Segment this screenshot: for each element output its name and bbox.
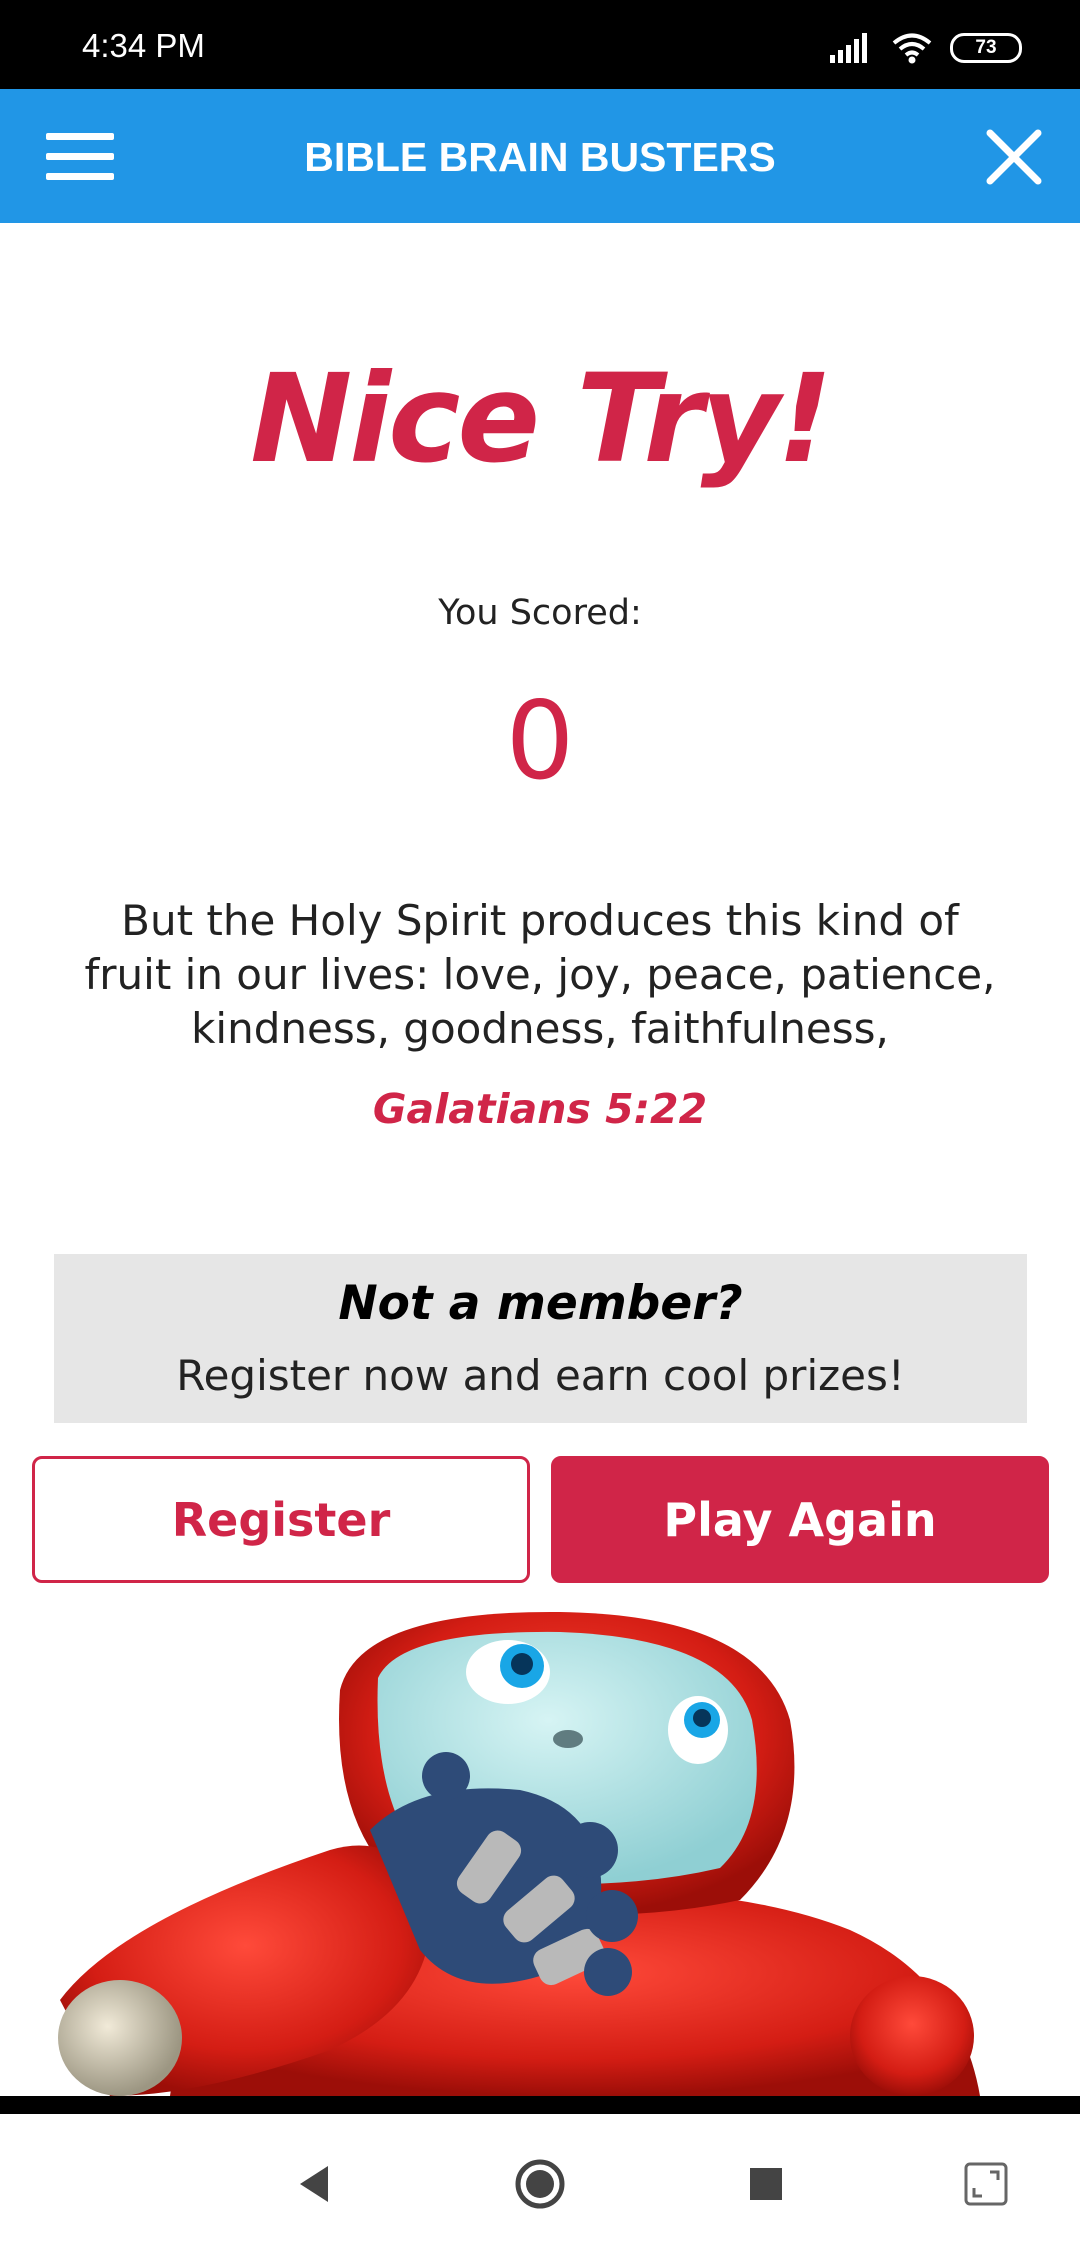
battery-icon: 73 bbox=[950, 33, 1022, 63]
register-button[interactable]: Register bbox=[32, 1456, 530, 1583]
member-prompt-title: Not a member? bbox=[338, 1276, 743, 1331]
result-headline: Nice Try! bbox=[250, 348, 833, 490]
recents-icon[interactable] bbox=[736, 2154, 796, 2214]
play-again-button-label: Play Again bbox=[663, 1492, 937, 1547]
home-icon[interactable] bbox=[510, 2154, 570, 2214]
hamburger-menu-icon[interactable] bbox=[46, 133, 114, 181]
screen-expand-icon[interactable] bbox=[956, 2154, 1016, 2214]
register-button-label: Register bbox=[171, 1492, 391, 1547]
verse-reference: Galatians 5:22 bbox=[372, 1085, 708, 1133]
score-value: 0 bbox=[505, 679, 575, 804]
close-icon[interactable] bbox=[984, 127, 1044, 187]
back-icon[interactable] bbox=[284, 2154, 344, 2214]
member-prompt: Not a member? Register now and earn cool… bbox=[54, 1254, 1027, 1423]
battery-level: 73 bbox=[975, 37, 997, 58]
system-nav-bar bbox=[0, 2096, 1080, 2246]
status-icons: 73 bbox=[830, 28, 1022, 68]
member-prompt-subtitle: Register now and earn cool prizes! bbox=[176, 1351, 905, 1400]
wifi-icon bbox=[892, 33, 932, 64]
signal-icon bbox=[830, 33, 867, 63]
play-again-button[interactable]: Play Again bbox=[551, 1456, 1049, 1583]
score-label: You Scored: bbox=[438, 593, 642, 633]
page-title: BIBLE BRAIN BUSTERS bbox=[304, 134, 776, 180]
status-time: 4:34 PM bbox=[82, 27, 205, 64]
verse-text: But the Holy Spirit produces this kind o… bbox=[84, 896, 996, 1053]
robot-mascot-image bbox=[58, 1611, 980, 2096]
app-header: BIBLE BRAIN BUSTERS bbox=[0, 89, 1080, 223]
status-bar: 4:34 PM 73 bbox=[0, 0, 1080, 89]
